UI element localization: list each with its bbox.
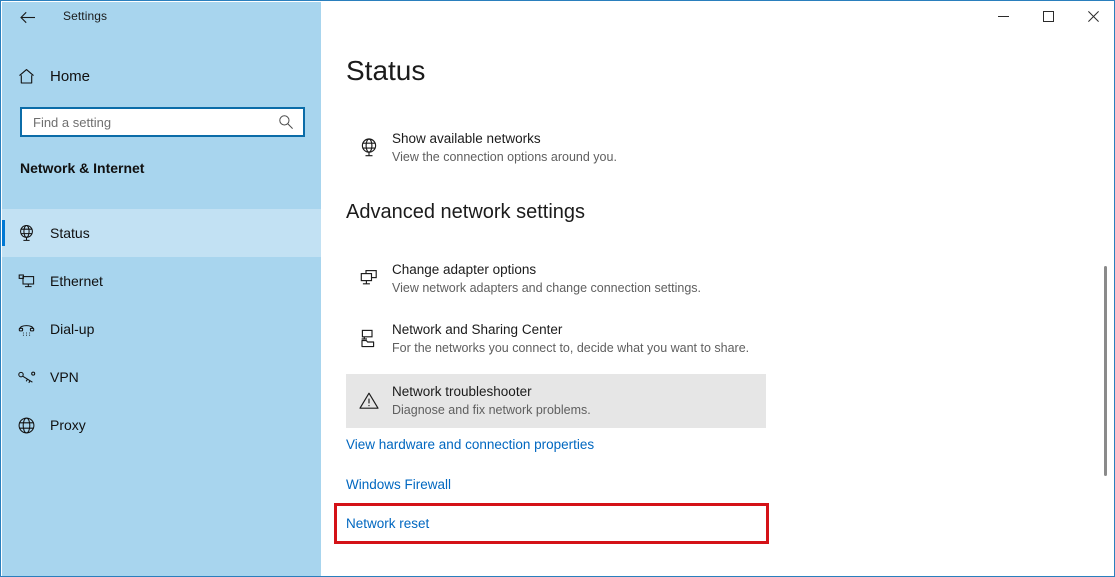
sidebar-nav: Status Ethernet Dial-up VPN Proxy	[2, 209, 321, 449]
option-subtitle: For the networks you connect to, decide …	[392, 341, 750, 355]
maximize-button[interactable]	[1026, 1, 1071, 32]
sidebar-item-label: Ethernet	[50, 273, 103, 289]
option-subtitle: View network adapters and change connect…	[392, 281, 701, 295]
main-content: Status Show available networks View the …	[321, 2, 1114, 576]
sidebar-item-dial-up[interactable]: Dial-up	[2, 305, 321, 353]
option-text: Show available networks View the connect…	[392, 130, 617, 166]
option-title: Show available networks	[392, 131, 541, 146]
close-icon	[1088, 11, 1099, 22]
vertical-scrollbar[interactable]	[1099, 32, 1113, 576]
sidebar-item-label: Status	[50, 225, 90, 241]
sidebar-item-ethernet[interactable]: Ethernet	[2, 257, 321, 305]
option-title: Change adapter options	[392, 262, 537, 277]
search-input[interactable]	[31, 109, 269, 135]
option-network-troubleshooter[interactable]: Network troubleshooter Diagnose and fix …	[346, 374, 766, 428]
option-subtitle: View the connection options around you.	[392, 150, 617, 164]
sidebar: Home Network & Internet	[2, 2, 321, 576]
settings-window: Settings Home Find a setting Network & I…	[0, 0, 1115, 577]
search-icon[interactable]	[269, 114, 303, 130]
ethernet-monitor-icon	[2, 271, 50, 292]
sidebar-item-status[interactable]: Status	[2, 209, 321, 257]
globe-monitor-icon	[346, 136, 392, 160]
option-title: Network troubleshooter	[392, 384, 532, 399]
back-arrow-icon	[19, 11, 35, 23]
search-box[interactable]	[20, 107, 305, 137]
sidebar-item-label: Proxy	[50, 417, 86, 433]
home-icon	[2, 67, 50, 86]
dialup-phone-icon	[2, 319, 50, 340]
option-subtitle: Diagnose and fix network problems.	[392, 403, 591, 417]
globe-icon	[2, 415, 50, 436]
option-network-and-sharing-center[interactable]: Network and Sharing Center For the netwo…	[346, 312, 766, 366]
sidebar-category-title: Network & Internet	[20, 160, 145, 176]
sidebar-item-label: Dial-up	[50, 321, 95, 337]
minimize-icon	[998, 16, 1009, 17]
option-text: Change adapter options View network adap…	[392, 261, 701, 297]
sidebar-item-label: VPN	[50, 369, 79, 385]
sidebar-item-proxy[interactable]: Proxy	[2, 401, 321, 449]
back-button[interactable]	[9, 3, 45, 31]
section-heading-advanced-network-settings: Advanced network settings	[346, 201, 586, 223]
warning-triangle-icon	[346, 389, 392, 413]
window-controls	[981, 1, 1114, 32]
home-label: Home	[50, 67, 91, 85]
option-text: Network and Sharing Center For the netwo…	[392, 321, 749, 357]
sidebar-item-vpn[interactable]: VPN	[2, 353, 321, 401]
globe-monitor-icon	[2, 223, 50, 244]
option-show-available-networks[interactable]: Show available networks View the connect…	[346, 121, 766, 175]
sidebar-item-home[interactable]: Home	[2, 60, 321, 92]
option-title: Network and Sharing Center	[392, 322, 563, 337]
option-text: Network troubleshooter Diagnose and fix …	[392, 383, 591, 419]
link-view-hardware-and-connection-properties[interactable]: View hardware and connection properties	[346, 437, 594, 452]
maximize-icon	[1043, 11, 1054, 22]
link-windows-firewall[interactable]: Windows Firewall	[346, 477, 451, 492]
scrollbar-thumb[interactable]	[1104, 266, 1107, 476]
minimize-button[interactable]	[981, 1, 1026, 32]
vpn-key-icon	[2, 367, 50, 388]
computer-folder-share-icon	[346, 327, 392, 351]
window-title: Settings	[63, 9, 108, 23]
page-title: Status	[346, 55, 426, 86]
option-change-adapter-options[interactable]: Change adapter options View network adap…	[346, 252, 766, 306]
title-bar: Settings	[1, 1, 1114, 32]
close-button[interactable]	[1071, 1, 1114, 32]
two-monitors-icon	[346, 267, 392, 291]
link-network-reset[interactable]: Network reset	[346, 516, 429, 531]
